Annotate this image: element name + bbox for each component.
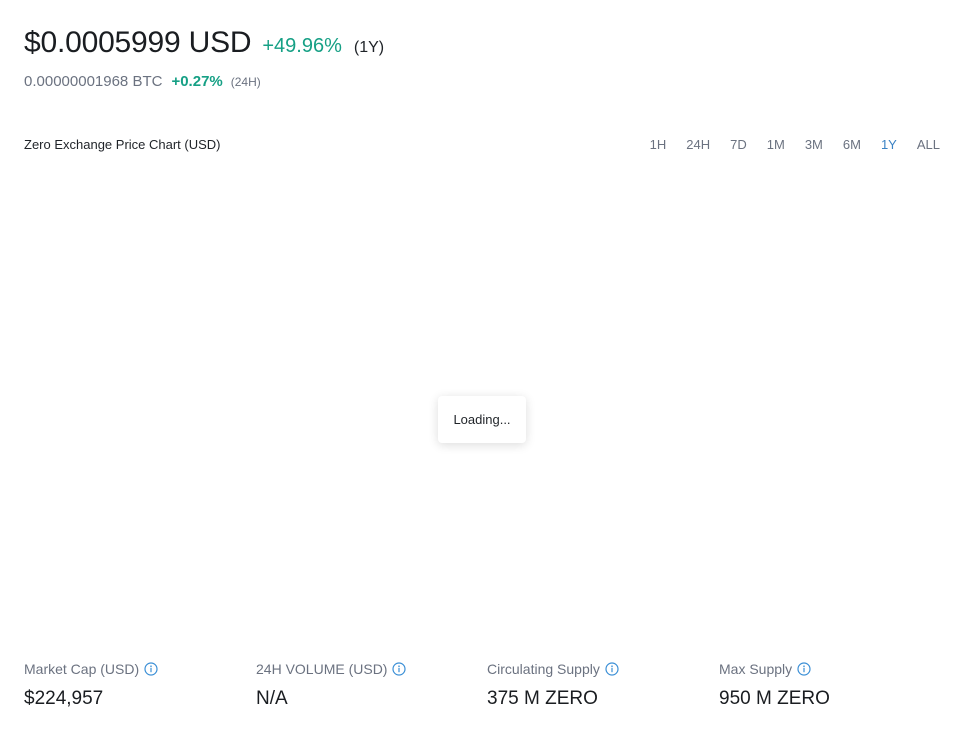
- chart-title: Zero Exchange Price Chart (USD): [24, 137, 221, 152]
- stat-label: Circulating Supply: [487, 661, 600, 677]
- btc-price-row: 0.00000001968 BTC +0.27% (24H): [24, 73, 261, 90]
- price-btc: 0.00000001968 BTC: [24, 73, 163, 90]
- price-usd: $0.0005999 USD: [24, 26, 252, 59]
- btc-change-period: (24H): [230, 75, 261, 89]
- info-icon[interactable]: [144, 662, 158, 676]
- range-tab-all[interactable]: ALL: [917, 137, 940, 152]
- stat-24h-volume: 24H VOLUME (USD) N/A: [256, 660, 407, 710]
- price-change-usd: +49.96%: [262, 35, 342, 57]
- stat-value: N/A: [256, 688, 288, 709]
- price-header: $0.0005999 USD +49.96% (1Y): [24, 26, 384, 60]
- info-icon[interactable]: [605, 662, 619, 676]
- loading-indicator: Loading...: [438, 396, 526, 443]
- range-tab-24h[interactable]: 24H: [686, 137, 710, 152]
- range-tab-7d[interactable]: 7D: [730, 137, 747, 152]
- stat-max-supply: Max Supply 950 M ZERO: [719, 660, 830, 710]
- price-change-btc: +0.27%: [171, 73, 223, 90]
- stat-label: Market Cap (USD): [24, 661, 140, 677]
- info-icon[interactable]: [392, 662, 407, 676]
- stats-row: Market Cap (USD) $224,957 24H VOLUME (US…: [24, 660, 940, 720]
- info-icon[interactable]: [797, 662, 811, 676]
- stat-market-cap: Market Cap (USD) $224,957: [24, 660, 158, 710]
- stat-value: 375 M ZERO: [487, 688, 598, 709]
- range-tab-1m[interactable]: 1M: [767, 137, 785, 152]
- chart-range-tabs: 1H 24H 7D 1M 3M 6M 1Y ALL: [630, 137, 940, 152]
- stat-value: $224,957: [24, 688, 104, 709]
- stat-circulating-supply: Circulating Supply 375 M ZERO: [487, 660, 619, 710]
- range-tab-6m[interactable]: 6M: [843, 137, 861, 152]
- stat-label: Max Supply: [719, 661, 793, 677]
- range-tab-1h[interactable]: 1H: [650, 137, 667, 152]
- range-tab-3m[interactable]: 3M: [805, 137, 823, 152]
- stat-value: 950 M ZERO: [719, 688, 830, 709]
- loading-text: Loading...: [453, 412, 511, 427]
- stat-label: 24H VOLUME (USD): [256, 661, 388, 677]
- price-change-period: (1Y): [353, 39, 385, 56]
- range-tab-1y[interactable]: 1Y: [881, 137, 897, 152]
